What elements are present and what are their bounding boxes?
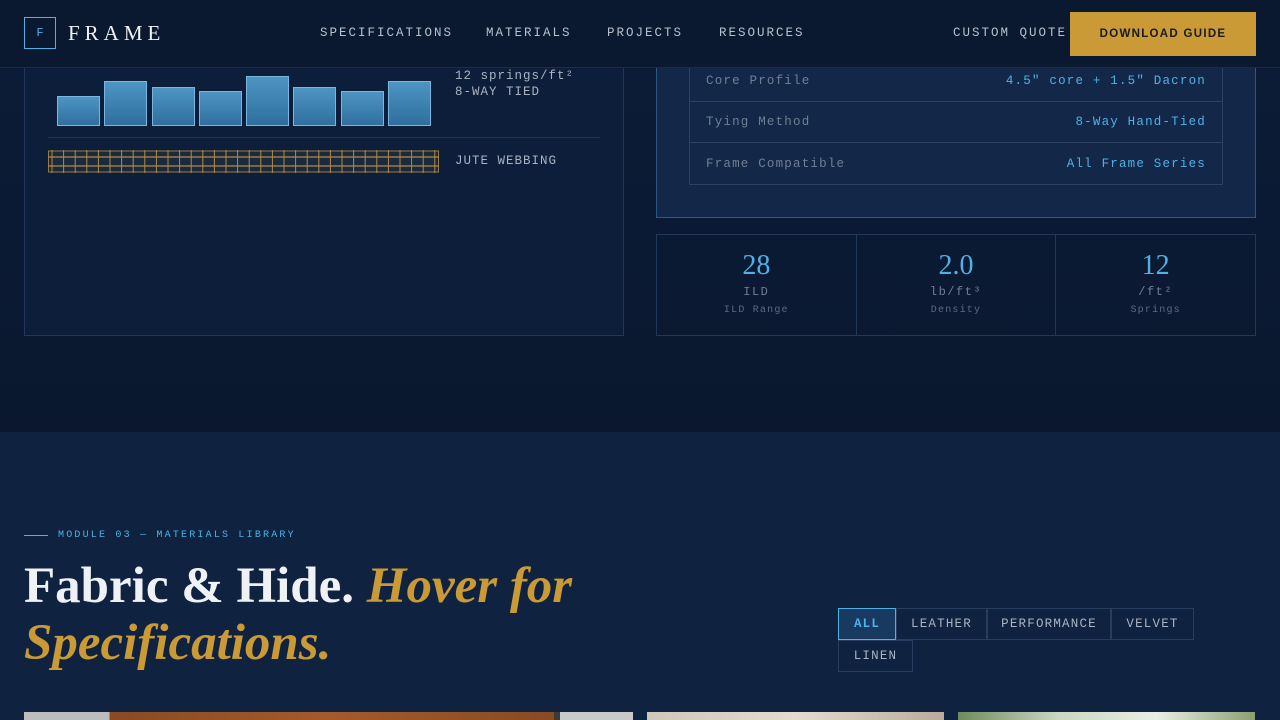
spec-row-tying-method: Tying Method 8-Way Hand-Tied <box>690 102 1222 143</box>
stat-value: 28 <box>742 250 771 281</box>
tie-method-label: 8-WAY TIED <box>455 85 541 99</box>
spring-bar <box>341 91 384 126</box>
stat-value: 12 <box>1141 250 1170 281</box>
stat-unit: ILD <box>743 285 770 299</box>
divider <box>48 137 600 138</box>
jute-webbing-graphic <box>48 150 439 173</box>
spring-bar <box>57 96 100 126</box>
title-plain: Fabric & Hide. <box>24 558 355 614</box>
materials-title: Fabric & Hide. Hover for Specifications. <box>24 558 644 672</box>
spring-bar <box>293 87 336 126</box>
spec-value: 8-Way Hand-Tied <box>1075 115 1206 129</box>
site-header: F FRAME SPECIFICATIONS MATERIALS PROJECT… <box>0 0 1280 68</box>
spec-row-frame-compatible: Frame Compatible All Frame Series <box>690 143 1222 184</box>
filter-linen[interactable]: LINEN <box>838 640 913 672</box>
spring-bar <box>104 81 147 126</box>
spec-key: Core Profile <box>706 74 811 88</box>
spring-bar <box>152 87 195 126</box>
nav-resources[interactable]: RESOURCES <box>719 26 805 40</box>
logo-mark[interactable]: F <box>24 17 56 49</box>
stat-value: 2.0 <box>938 250 974 281</box>
material-card-performance[interactable] <box>958 712 1255 720</box>
eyebrow-text: MODULE 03 — MATERIALS LIBRARY <box>58 530 296 541</box>
spring-bar <box>388 81 431 126</box>
spec-value: 4.5" core + 1.5" Dacron <box>1005 74 1206 88</box>
logo-wordmark[interactable]: FRAME <box>68 21 165 46</box>
nav-specifications[interactable]: SPECIFICATIONS <box>320 26 453 40</box>
material-card-linen[interactable] <box>647 712 944 720</box>
filter-leather[interactable]: LEATHER <box>896 608 987 640</box>
spec-key: Frame Compatible <box>706 156 846 171</box>
spring-diagram <box>57 70 437 126</box>
filter-velvet[interactable]: VELVET <box>1111 608 1194 640</box>
stat-springs: 12 /ft² Springs <box>1056 235 1255 335</box>
stat-label: Density <box>930 305 982 316</box>
material-card-leather[interactable] <box>24 712 633 720</box>
stats-strip: 28 ILD ILD Range 2.0 lb/ft³ Density 12 /… <box>656 234 1256 336</box>
spec-table: Core Profile 4.5" core + 1.5" Dacron Tyi… <box>689 61 1223 185</box>
stat-unit: lb/ft³ <box>929 285 983 299</box>
custom-quote-link[interactable]: CUSTOM QUOTE <box>953 26 1067 40</box>
stat-density: 2.0 lb/ft³ Density <box>857 235 1057 335</box>
stat-ild: 28 ILD ILD Range <box>657 235 857 335</box>
spring-bar <box>246 76 289 126</box>
spec-value: All Frame Series <box>1066 156 1206 171</box>
stat-label: Springs <box>1130 305 1181 316</box>
jute-webbing-label: JUTE WEBBING <box>455 154 558 168</box>
filter-performance[interactable]: PERFORMANCE <box>987 608 1111 640</box>
section-eyebrow: MODULE 03 — MATERIALS LIBRARY <box>24 530 296 541</box>
stat-unit: /ft² <box>1138 285 1174 299</box>
spec-key: Tying Method <box>706 115 811 129</box>
eyebrow-rule <box>24 535 48 536</box>
spring-bar <box>199 91 242 126</box>
download-guide-button[interactable]: DOWNLOAD GUIDE <box>1070 12 1256 56</box>
springs-density-label: 12 springs/ft² <box>455 69 575 83</box>
nav-projects[interactable]: PROJECTS <box>607 26 683 40</box>
filter-all[interactable]: ALL <box>838 608 896 640</box>
nav-materials[interactable]: MATERIALS <box>486 26 572 40</box>
stat-label: ILD Range <box>723 305 789 316</box>
